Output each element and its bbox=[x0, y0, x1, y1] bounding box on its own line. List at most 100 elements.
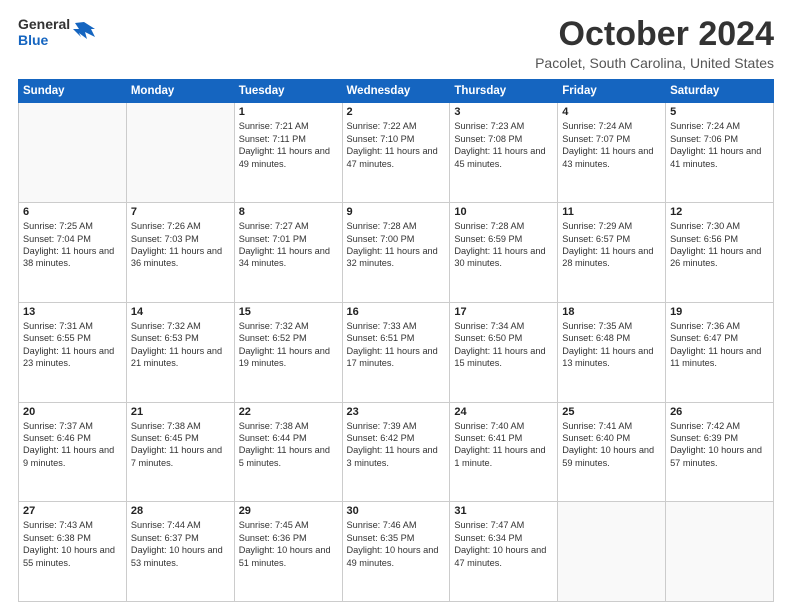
calendar-cell: 17Sunrise: 7:34 AM Sunset: 6:50 PM Dayli… bbox=[450, 302, 558, 402]
day-info: Sunrise: 7:33 AM Sunset: 6:51 PM Dayligh… bbox=[347, 320, 446, 370]
calendar-cell: 6 Sunrise: 7:25 AM Sunset: 7:04 PM Daylig… bbox=[19, 203, 127, 303]
calendar-cell bbox=[558, 502, 666, 602]
day-number: 5 bbox=[670, 106, 769, 118]
day-info: Sunrise: 7:42 AM Sunset: 6:39 PM Dayligh… bbox=[670, 420, 769, 470]
day-info: Sunrise: 7:22 AM Sunset: 7:10 PM Dayligh… bbox=[347, 120, 446, 170]
day-number: 27 bbox=[23, 505, 122, 517]
day-number: 25 bbox=[562, 406, 661, 418]
day-number: 21 bbox=[131, 406, 230, 418]
calendar-cell: 10Sunrise: 7:28 AM Sunset: 6:59 PM Dayli… bbox=[450, 203, 558, 303]
day-header-wednesday: Wednesday bbox=[342, 80, 450, 103]
day-header-sunday: Sunday bbox=[19, 80, 127, 103]
calendar-cell: 14 Sunrise: 7:32 AM Sunset: 6:53 PM Dayli… bbox=[126, 302, 234, 402]
day-info: Sunrise: 7:38 AM Sunset: 6:45 PM Dayligh… bbox=[131, 420, 230, 470]
day-info: Sunrise: 7:41 AM Sunset: 6:40 PM Dayligh… bbox=[562, 420, 661, 470]
calendar-cell: 9Sunrise: 7:28 AM Sunset: 7:00 PM Daylig… bbox=[342, 203, 450, 303]
day-info: Sunrise: 7:38 AM Sunset: 6:44 PM Dayligh… bbox=[239, 420, 338, 470]
day-info: Sunrise: 7:24 AM Sunset: 7:07 PM Dayligh… bbox=[562, 120, 661, 170]
calendar-cell: 19 Sunrise: 7:36 AM Sunset: 6:47 PM Dayli… bbox=[666, 302, 774, 402]
day-number: 1 bbox=[239, 106, 338, 118]
day-info: Sunrise: 7:47 AM Sunset: 6:34 PM Dayligh… bbox=[454, 519, 553, 569]
calendar-cell: 2Sunrise: 7:22 AM Sunset: 7:10 PM Daylig… bbox=[342, 103, 450, 203]
calendar-cell: 16 Sunrise: 7:33 AM Sunset: 6:51 PM Dayli… bbox=[342, 302, 450, 402]
logo-blue: Blue bbox=[18, 32, 70, 48]
day-number: 15 bbox=[239, 306, 338, 318]
day-info: Sunrise: 7:39 AM Sunset: 6:42 PM Dayligh… bbox=[347, 420, 446, 470]
logo-general: General bbox=[18, 16, 70, 32]
calendar-table: SundayMondayTuesdayWednesdayThursdayFrid… bbox=[18, 79, 774, 602]
calendar-cell: 27 Sunrise: 7:43 AM Sunset: 6:38 PM Dayli… bbox=[19, 502, 127, 602]
calendar-cell: 31Sunrise: 7:47 AM Sunset: 6:34 PM Dayli… bbox=[450, 502, 558, 602]
day-info: Sunrise: 7:46 AM Sunset: 6:35 PM Dayligh… bbox=[347, 519, 446, 569]
calendar-cell: 26 Sunrise: 7:42 AM Sunset: 6:39 PM Dayli… bbox=[666, 402, 774, 502]
week-row-4: 20 Sunrise: 7:37 AM Sunset: 6:46 PM Dayli… bbox=[19, 402, 774, 502]
day-header-thursday: Thursday bbox=[450, 80, 558, 103]
logo: General Blue bbox=[18, 16, 97, 48]
day-header-monday: Monday bbox=[126, 80, 234, 103]
title-block: October 2024 Pacolet, South Carolina, Un… bbox=[535, 16, 774, 71]
day-number: 17 bbox=[454, 306, 553, 318]
day-info: Sunrise: 7:31 AM Sunset: 6:55 PM Dayligh… bbox=[23, 320, 122, 370]
location: Pacolet, South Carolina, United States bbox=[535, 55, 774, 71]
day-number: 30 bbox=[347, 505, 446, 517]
calendar-cell: 29 Sunrise: 7:45 AM Sunset: 6:36 PM Dayli… bbox=[234, 502, 342, 602]
day-number: 29 bbox=[239, 505, 338, 517]
calendar-cell bbox=[126, 103, 234, 203]
calendar-cell: 4Sunrise: 7:24 AM Sunset: 7:07 PM Daylig… bbox=[558, 103, 666, 203]
day-info: Sunrise: 7:44 AM Sunset: 6:37 PM Dayligh… bbox=[131, 519, 230, 569]
day-header-tuesday: Tuesday bbox=[234, 80, 342, 103]
day-info: Sunrise: 7:43 AM Sunset: 6:38 PM Dayligh… bbox=[23, 519, 122, 569]
calendar-header-row: SundayMondayTuesdayWednesdayThursdayFrid… bbox=[19, 80, 774, 103]
day-number: 20 bbox=[23, 406, 122, 418]
week-row-5: 27 Sunrise: 7:43 AM Sunset: 6:38 PM Dayli… bbox=[19, 502, 774, 602]
day-info: Sunrise: 7:40 AM Sunset: 6:41 PM Dayligh… bbox=[454, 420, 553, 470]
calendar-cell: 5 Sunrise: 7:24 AM Sunset: 7:06 PM Daylig… bbox=[666, 103, 774, 203]
day-info: Sunrise: 7:29 AM Sunset: 6:57 PM Dayligh… bbox=[562, 220, 661, 270]
header: General Blue October 2024 Pacolet, South… bbox=[18, 16, 774, 71]
day-info: Sunrise: 7:37 AM Sunset: 6:46 PM Dayligh… bbox=[23, 420, 122, 470]
calendar-cell: 7 Sunrise: 7:26 AM Sunset: 7:03 PM Daylig… bbox=[126, 203, 234, 303]
day-header-saturday: Saturday bbox=[666, 80, 774, 103]
day-info: Sunrise: 7:23 AM Sunset: 7:08 PM Dayligh… bbox=[454, 120, 553, 170]
day-number: 10 bbox=[454, 206, 553, 218]
day-info: Sunrise: 7:36 AM Sunset: 6:47 PM Dayligh… bbox=[670, 320, 769, 370]
logo-text: General Blue bbox=[18, 16, 97, 48]
calendar-cell: 1Sunrise: 7:21 AM Sunset: 7:11 PM Daylig… bbox=[234, 103, 342, 203]
week-row-3: 13 Sunrise: 7:31 AM Sunset: 6:55 PM Dayli… bbox=[19, 302, 774, 402]
day-info: Sunrise: 7:35 AM Sunset: 6:48 PM Dayligh… bbox=[562, 320, 661, 370]
day-number: 12 bbox=[670, 206, 769, 218]
page: General Blue October 2024 Pacolet, South… bbox=[0, 0, 792, 612]
day-number: 14 bbox=[131, 306, 230, 318]
day-number: 7 bbox=[131, 206, 230, 218]
calendar-cell: 8 Sunrise: 7:27 AM Sunset: 7:01 PM Daylig… bbox=[234, 203, 342, 303]
calendar-cell: 18 Sunrise: 7:35 AM Sunset: 6:48 PM Dayli… bbox=[558, 302, 666, 402]
day-number: 16 bbox=[347, 306, 446, 318]
day-number: 24 bbox=[454, 406, 553, 418]
month-title: October 2024 bbox=[535, 16, 774, 53]
calendar-cell bbox=[19, 103, 127, 203]
day-number: 19 bbox=[670, 306, 769, 318]
week-row-1: 1Sunrise: 7:21 AM Sunset: 7:11 PM Daylig… bbox=[19, 103, 774, 203]
day-number: 26 bbox=[670, 406, 769, 418]
calendar-cell: 21 Sunrise: 7:38 AM Sunset: 6:45 PM Dayli… bbox=[126, 402, 234, 502]
day-info: Sunrise: 7:45 AM Sunset: 6:36 PM Dayligh… bbox=[239, 519, 338, 569]
day-info: Sunrise: 7:32 AM Sunset: 6:52 PM Dayligh… bbox=[239, 320, 338, 370]
calendar-cell: 13 Sunrise: 7:31 AM Sunset: 6:55 PM Dayli… bbox=[19, 302, 127, 402]
calendar-cell bbox=[666, 502, 774, 602]
day-number: 6 bbox=[23, 206, 122, 218]
day-info: Sunrise: 7:30 AM Sunset: 6:56 PM Dayligh… bbox=[670, 220, 769, 270]
day-number: 18 bbox=[562, 306, 661, 318]
calendar-cell: 25 Sunrise: 7:41 AM Sunset: 6:40 PM Dayli… bbox=[558, 402, 666, 502]
day-number: 28 bbox=[131, 505, 230, 517]
day-info: Sunrise: 7:32 AM Sunset: 6:53 PM Dayligh… bbox=[131, 320, 230, 370]
day-number: 8 bbox=[239, 206, 338, 218]
day-info: Sunrise: 7:27 AM Sunset: 7:01 PM Dayligh… bbox=[239, 220, 338, 270]
day-header-friday: Friday bbox=[558, 80, 666, 103]
day-number: 13 bbox=[23, 306, 122, 318]
day-info: Sunrise: 7:24 AM Sunset: 7:06 PM Dayligh… bbox=[670, 120, 769, 170]
day-info: Sunrise: 7:26 AM Sunset: 7:03 PM Dayligh… bbox=[131, 220, 230, 270]
calendar-cell: 20 Sunrise: 7:37 AM Sunset: 6:46 PM Dayli… bbox=[19, 402, 127, 502]
day-number: 3 bbox=[454, 106, 553, 118]
day-info: Sunrise: 7:25 AM Sunset: 7:04 PM Dayligh… bbox=[23, 220, 122, 270]
calendar-cell: 30 Sunrise: 7:46 AM Sunset: 6:35 PM Dayli… bbox=[342, 502, 450, 602]
